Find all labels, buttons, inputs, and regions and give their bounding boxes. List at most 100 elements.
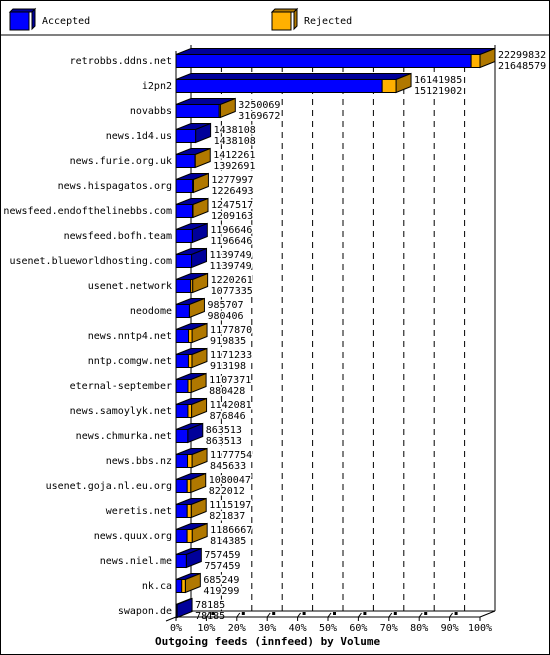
category-label: news.furie.org.uk [70,156,172,167]
tick-mark [297,612,302,618]
value-label-offered: 3250069 [238,100,280,111]
tick-mark-back [302,612,306,615]
bar-accepted [175,504,188,518]
bar-accepted [175,404,189,418]
tick-mark-back [393,612,397,615]
value-label-offered: 1247517 [211,200,253,211]
value-label-accepted: 863513 [206,436,242,447]
tick-mark-back [241,612,245,615]
category-label: usenet.blueworldhosting.com [9,256,172,267]
bar-accepted [175,479,188,493]
tick-mark-back [333,612,336,615]
bar-accepted [175,229,193,243]
x-tick-label: 40% [289,623,307,634]
bar-news-niel-me: news.niel.me 757459757459 [100,547,242,574]
x-tick-label: 70% [380,623,398,634]
bar-news-nntp4-net: news.nntp4.net 1177870919835 [88,322,254,349]
category-label: neodome [130,306,172,317]
bar-accepted [175,54,472,68]
legend-label-rejected: Rejected [304,16,352,27]
value-label-offered: 78185 [195,600,225,611]
bar-usenet-goja-nl-eu-org: usenet.goja.nl.eu.org 1080047822012 [46,472,252,499]
bar-rejected [190,279,194,293]
bar-i2pn2: i2pn2 1614198515121902 [142,72,464,99]
category-label: news.hispagatos.org [58,181,172,192]
category-label: newsfeed.bofh.team [64,231,172,242]
tick-mark-back [424,612,428,615]
bar-accepted [175,129,197,143]
value-label-accepted: 1209163 [211,211,253,222]
bar-accepted [175,204,193,218]
category-label: novabbs [130,106,172,117]
tick-mark [449,612,454,618]
axis-floor-right [479,610,496,618]
x-tick-label: 60% [349,623,367,634]
value-label-accepted: 21648579 [498,61,546,72]
bar-news-bbs-nz: news.bbs.nz 1177754845633 [106,447,254,474]
value-label-accepted: 15121902 [414,86,462,97]
tick-mark-back [454,612,458,615]
tick-mark [357,612,362,618]
tick-mark-back [272,612,276,615]
x-tick-label: 90% [441,623,459,634]
bar-eternal-september: eternal-september 1107371880428 [70,372,253,399]
bar-novabbs: novabbs 32500693169672 [130,97,282,124]
bar-accepted [175,79,383,93]
value-label-accepted: 876846 [210,411,246,422]
category-label: weretis.net [106,506,172,517]
category-label: news.1d4.us [106,131,172,142]
bar-rejected [218,104,221,118]
bar-usenet-network: usenet.network 12202611077335 [88,272,254,299]
value-label-offered: 1139749 [210,250,252,261]
bar-accepted [175,354,189,368]
bar-news-furie-org-uk: news.furie.org.uk 14122611392691 [70,147,257,174]
bar-nntp-comgw-net: nntp.comgw.net 1171233913198 [88,347,254,374]
bar-neodome: neodome 985707980406 [130,297,245,324]
value-label-offered: 1277997 [211,175,253,186]
bar-weretis-net: weretis.net 1115197821837 [106,497,253,524]
value-label-offered: 1220261 [211,275,253,286]
value-label-accepted: 821837 [209,511,245,522]
category-label: news.bbs.nz [106,456,172,467]
bar-chart: Accepted Rejected retrobbs.ddns.net 222998… [1,7,549,648]
category-label: retrobbs.ddns.net [70,56,172,67]
bar-newsfeed-endofthelinebbs-com: newsfeed.endofthelinebbs.com 124751712091… [3,197,255,224]
bar-rejected [188,329,193,343]
bar-top-face [175,48,496,55]
bar-rejected [187,379,192,393]
value-label-accepted: 1077335 [211,286,253,297]
value-label-accepted: 1139749 [210,261,252,272]
tick-mark-back [211,612,215,615]
tick-mark [266,612,271,618]
bar-news-hispagatos-org: news.hispagatos.org 12779971226493 [58,172,255,199]
bar-accepted [175,154,196,168]
category-label: usenet.network [88,281,172,292]
value-label-offered: 22299832 [498,50,546,61]
category-label: eternal-september [70,381,172,392]
value-label-offered: 1177754 [210,450,252,461]
bar-accepted [175,254,193,268]
bar-accepted [175,604,178,618]
bar-accepted [175,454,189,468]
x-tick-label: 80% [410,623,428,634]
value-label-offered: 1177870 [210,325,252,336]
category-label: swapon.de [118,606,172,617]
bar-side-face [176,597,193,619]
value-label-accepted: 814385 [210,536,246,547]
category-label: news.nntp4.net [88,331,172,342]
bar-newsfeed-bofh-team: newsfeed.bofh.team 11966461196646 [64,222,254,249]
bar-rejected [187,354,193,368]
bar-accepted [175,329,190,343]
category-label: i2pn2 [142,81,172,92]
value-label-offered: 985707 [207,300,243,311]
category-label: nntp.comgw.net [88,356,172,367]
bar-rejected [181,579,186,593]
value-label-accepted: 3169672 [238,111,280,122]
bar-rejected [192,179,194,193]
value-label-offered: 1115197 [209,500,251,511]
category-label: news.niel.me [100,556,172,567]
value-label-accepted: 880428 [209,386,245,397]
bar-rejected [191,204,194,218]
bar-rejected [187,454,193,468]
value-label-accepted: 419299 [203,586,239,597]
